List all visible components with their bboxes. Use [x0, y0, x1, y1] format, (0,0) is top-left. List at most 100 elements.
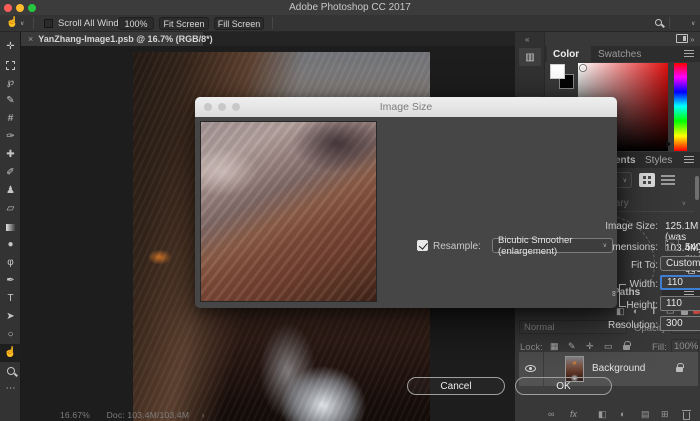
add-mask-icon[interactable]: ◧	[598, 409, 607, 420]
ok-button[interactable]: OK	[515, 377, 612, 395]
chevron-down-icon[interactable]: ∨	[20, 21, 24, 27]
lasso-tool-icon: ℘	[7, 78, 14, 88]
cancel-button[interactable]: Cancel	[407, 377, 505, 395]
resample-checkbox[interactable]	[417, 240, 428, 251]
gradient-tool[interactable]	[0, 218, 21, 236]
fill-screen-button[interactable]: Fill Screen	[214, 17, 264, 30]
document-tab[interactable]: × YanZhang-Image1.psb @ 16.7% (RGB/8*)	[21, 32, 203, 46]
path-select-tool[interactable]: ➤	[0, 308, 21, 326]
eyedropper-tool[interactable]: ✑	[0, 128, 21, 146]
delete-layer-icon[interactable]	[683, 412, 690, 420]
resolution-input[interactable]: 300	[660, 316, 700, 331]
shape-tool[interactable]: ○	[0, 326, 21, 344]
status-chevron-icon[interactable]: ›	[202, 410, 205, 420]
separator	[33, 17, 34, 29]
new-group-icon[interactable]: ▤	[641, 409, 650, 420]
width-label: Width:	[555, 279, 658, 290]
width-input[interactable]: 110	[660, 275, 700, 290]
workspace-switcher-icon[interactable]	[676, 34, 688, 43]
panel-menu-icon[interactable]	[684, 156, 694, 163]
crop-tool[interactable]: #	[0, 110, 21, 128]
hue-slider[interactable]	[674, 63, 687, 151]
tab-color[interactable]: Color	[553, 49, 579, 60]
height-value: 110	[666, 298, 682, 309]
gradient-tool-icon	[6, 224, 16, 231]
move-tool-icon: ✛	[6, 42, 14, 52]
search-icon[interactable]	[655, 19, 662, 26]
more-tools[interactable]: ⋯	[0, 380, 21, 398]
brush-tool-icon: ✐	[6, 168, 14, 178]
hand-tool[interactable]: ☝	[0, 344, 21, 362]
tools-panel: ✛ ℘ ✎ # ✑ ✚ ✐ ♟▱ ● φ✒T➤○ ☝ ⋯	[0, 32, 21, 421]
lock-position-icon[interactable]: ✛	[586, 341, 594, 352]
quick-select-tool-icon: ✎	[6, 96, 14, 106]
collapse-panels-icon[interactable]: «	[525, 35, 529, 44]
fill-dropdown[interactable]: 100%	[671, 339, 699, 353]
new-layer-icon[interactable]: ⊞	[661, 409, 669, 420]
marquee-tool[interactable]	[0, 56, 21, 74]
foreground-color-swatch[interactable]	[550, 64, 565, 79]
layer-visibility-eye-icon[interactable]	[525, 365, 536, 372]
fill-value: 100%	[674, 341, 698, 352]
expand-panels-icon[interactable]: »	[690, 35, 694, 44]
window-title: Adobe Photoshop CC 2017	[0, 2, 700, 13]
scroll-all-windows-checkbox[interactable]	[44, 19, 53, 28]
dodge-tool[interactable]: φ	[0, 254, 21, 272]
blur-tool[interactable]: ●	[0, 236, 21, 254]
eyedropper-tool-icon: ✑	[6, 132, 14, 142]
panel-menu-icon[interactable]	[684, 50, 694, 57]
chevron-down-icon[interactable]: ∨	[691, 21, 695, 27]
hue-slider-marker[interactable]	[666, 140, 671, 148]
fit-screen-button[interactable]: Fit Screen	[159, 17, 209, 30]
zoom-tool[interactable]	[0, 362, 21, 380]
panel-dock-icon-bars[interactable]: ▥	[519, 48, 541, 66]
link-chain-icon[interactable]: ∞	[609, 291, 618, 297]
height-label: Height:	[555, 300, 658, 311]
zoom-tool-icon	[7, 367, 15, 375]
color-panel-swatches[interactable]	[550, 64, 576, 90]
chevron-down-icon: ∨	[682, 201, 686, 207]
list-view-button[interactable]	[661, 175, 675, 185]
blur-tool-icon: ●	[7, 240, 13, 250]
fit-to-dropdown[interactable]: Custom ∨	[660, 256, 700, 271]
healing-brush-tool[interactable]: ✚	[0, 146, 21, 164]
image-preview[interactable]	[200, 121, 377, 302]
new-adjustment-icon[interactable]: ◐	[620, 409, 625, 419]
document-size: Doc: 103.4M/103.4M	[107, 410, 190, 420]
more-tools-icon: ⋯	[6, 384, 16, 394]
chevron-down-icon: ∨	[670, 242, 674, 248]
status-bar: 16.67% Doc: 103.4M/103.4M ›	[60, 410, 205, 420]
layer-name: Background	[592, 363, 645, 374]
resample-dropdown[interactable]: Bicubic Smoother (enlargement)∨	[492, 238, 613, 253]
close-tab-icon[interactable]: ×	[28, 34, 33, 44]
brush-tool[interactable]: ✐	[0, 164, 21, 182]
tab-swatches[interactable]: Swatches	[598, 49, 641, 60]
lock-artboard-icon[interactable]: ▭	[604, 341, 613, 352]
quick-select-tool[interactable]: ✎	[0, 92, 21, 110]
chevron-down-icon: ∨	[603, 243, 607, 249]
layer-lock-icon	[676, 367, 683, 372]
lock-all-icon[interactable]	[623, 345, 630, 350]
pen-tool[interactable]: ✒	[0, 272, 21, 290]
eraser-tool[interactable]: ▱	[0, 200, 21, 218]
separator	[272, 17, 273, 29]
type-tool[interactable]: T	[0, 290, 21, 308]
panel-scrollbar[interactable]	[695, 176, 699, 200]
zoom-level: 16.67%	[60, 410, 90, 420]
hand-tool-icon: ☝	[4, 348, 16, 358]
height-input[interactable]: 110	[660, 296, 700, 311]
dimensions-unit-dropdown[interactable]: ∨	[665, 239, 679, 251]
crop-tool-icon: #	[8, 114, 14, 124]
lock-pixels-icon[interactable]: ✎	[568, 341, 576, 352]
color-picker-marker[interactable]	[580, 65, 586, 71]
clone-stamp-tool[interactable]: ♟	[0, 182, 21, 200]
lasso-tool[interactable]: ℘	[0, 74, 21, 92]
link-layers-icon[interactable]: ∞	[548, 409, 554, 419]
zoom-100-button[interactable]: 100%	[118, 17, 154, 30]
tab-styles[interactable]: Styles	[645, 155, 672, 166]
grid-view-button[interactable]	[639, 173, 655, 187]
layer-fx-icon[interactable]: fx	[570, 409, 577, 419]
lock-transparency-icon[interactable]: ▦	[550, 341, 559, 352]
move-tool[interactable]: ✛	[0, 38, 21, 56]
dialog-titlebar[interactable]: Image Size	[195, 97, 617, 117]
